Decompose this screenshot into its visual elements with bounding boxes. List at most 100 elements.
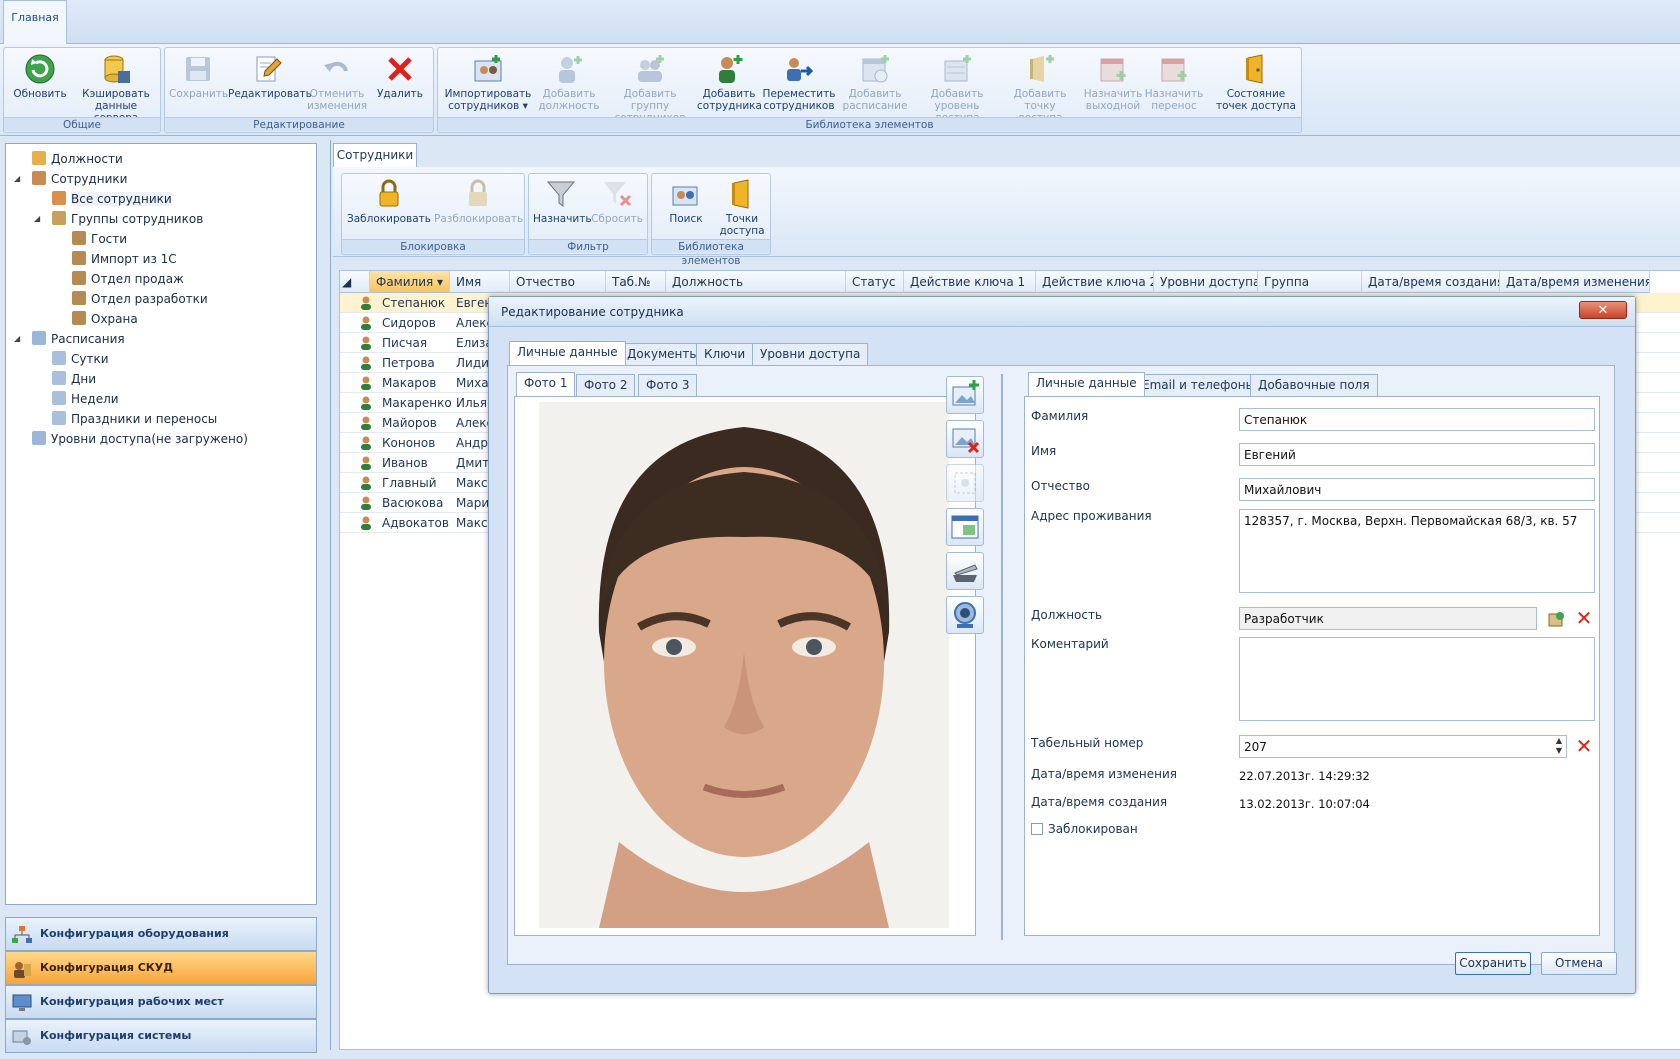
tree-item-all-employees[interactable]: Все сотрудники: [52, 190, 172, 209]
address-field[interactable]: 128357, г. Москва, Верхн. Первомайская 6…: [1239, 509, 1595, 593]
scan-photo-button[interactable]: [946, 552, 984, 590]
tree-item-schedule[interactable]: Дни: [52, 370, 96, 389]
search-button[interactable]: Поиск: [656, 176, 716, 242]
position-field[interactable]: Разработчик: [1239, 607, 1537, 630]
tree-item-group[interactable]: Гости: [72, 230, 127, 249]
column-header[interactable]: Уровни доступа: [1154, 271, 1258, 293]
import-employees-button[interactable]: Импортировать сотрудников ▾: [442, 51, 534, 117]
tree-item-group[interactable]: Охрана: [72, 310, 138, 329]
undo-changes-button[interactable]: Отменить изменения: [307, 51, 367, 117]
tree-item-schedule[interactable]: Сутки: [52, 350, 109, 369]
nav-hardware-config[interactable]: Конфигурация оборудования: [5, 917, 317, 951]
access-points-state-button[interactable]: Состояние точек доступа: [1214, 51, 1298, 117]
last-name-field[interactable]: Степанюк: [1239, 408, 1595, 431]
column-header[interactable]: Дата/время создания: [1362, 271, 1500, 293]
blocked-checkbox[interactable]: Заблокирован: [1031, 822, 1138, 840]
save-button[interactable]: Сохранить: [169, 51, 228, 117]
lock-button[interactable]: Заблокировать: [346, 176, 432, 242]
recognize-photo-button[interactable]: [946, 596, 984, 634]
tab-personal-data[interactable]: Личные данные: [509, 341, 626, 365]
tab-photo-1[interactable]: Фото 1: [516, 372, 576, 396]
column-header[interactable]: Статус: [846, 271, 904, 293]
refresh-button[interactable]: Обновить: [8, 51, 72, 117]
edit-button[interactable]: Редактировать: [228, 51, 312, 117]
add-access-level-button[interactable]: Добавить уровень доступа: [914, 51, 1000, 124]
tab-employees[interactable]: Сотрудники: [333, 143, 417, 167]
assign-transfer-button[interactable]: Назначить перенос: [1144, 51, 1204, 117]
unlock-button[interactable]: Разблокировать: [434, 176, 523, 242]
spin-arrows-icon[interactable]: ▲ ▼: [1556, 736, 1562, 756]
close-button[interactable]: ✕: [1579, 301, 1627, 319]
access-points-button[interactable]: Точки доступа: [714, 176, 770, 242]
employees-icon: [32, 171, 46, 185]
assign-filter-button[interactable]: Назначить: [533, 176, 592, 242]
add-access-point-button[interactable]: Добавить точку доступа: [1002, 51, 1078, 124]
door-state-icon: [1240, 53, 1272, 85]
column-header[interactable]: Дата/время изменения: [1500, 271, 1650, 293]
tab-photo-3[interactable]: Фото 3: [638, 374, 698, 396]
tree-item-schedule[interactable]: Праздники и переносы: [52, 410, 217, 429]
nav-workplaces-config[interactable]: Конфигурация рабочих мест: [5, 985, 317, 1019]
import-label-1: Импортировать: [444, 88, 532, 100]
column-header[interactable]: Имя: [450, 271, 510, 293]
column-header[interactable]: Действие ключа 1: [904, 271, 1036, 293]
splitter[interactable]: [1001, 374, 1003, 940]
nav-system-config[interactable]: Конфигурация системы: [5, 1019, 317, 1053]
ribbon-group-label: Редактирование: [165, 117, 433, 131]
clear-tab-number-icon[interactable]: ✕: [1575, 736, 1593, 756]
collapse-icon[interactable]: ◢: [34, 214, 40, 223]
cell-last-name: Адвокатов: [382, 516, 449, 530]
move-employees-button[interactable]: Переместить сотрудников: [762, 51, 836, 117]
tab-documents[interactable]: Документы: [619, 343, 707, 365]
tab-email-phones[interactable]: Email и телефоны: [1134, 374, 1264, 396]
tab-photo-2[interactable]: Фото 2: [576, 374, 636, 396]
ribbon-tab-main[interactable]: Главная: [3, 0, 67, 44]
tree-item-schedules[interactable]: Расписания: [32, 330, 125, 349]
middle-name-field[interactable]: Михайлович: [1239, 478, 1595, 501]
remove-photo-button[interactable]: [946, 420, 984, 458]
tree-item-positions[interactable]: Должности: [32, 150, 123, 169]
webcam-capture-button[interactable]: [946, 508, 984, 546]
crop-photo-button[interactable]: [946, 464, 984, 502]
select-position-button[interactable]: [1547, 609, 1567, 629]
grid-corner[interactable]: ◢: [340, 271, 370, 293]
tree-item-group[interactable]: Отдел разработки: [72, 290, 208, 309]
save-dialog-button[interactable]: Сохранить: [1455, 952, 1531, 975]
assign-day-off-button[interactable]: Назначить выходной: [1083, 51, 1143, 117]
cancel-button[interactable]: Отмена: [1541, 952, 1617, 975]
delete-button[interactable]: Удалить: [370, 51, 430, 117]
column-header[interactable]: Фамилия ▾: [370, 271, 450, 293]
tree-item-employees[interactable]: Сотрудники: [32, 170, 127, 189]
comment-field[interactable]: [1239, 637, 1595, 721]
column-header[interactable]: Группа: [1258, 271, 1362, 293]
tab-extra-fields[interactable]: Добавочные поля: [1250, 374, 1378, 396]
cache-server-data-button[interactable]: Кэшировать данные сервера: [74, 51, 158, 124]
delete-icon: [384, 53, 416, 85]
tree-item-employee-groups[interactable]: Группы сотрудников: [52, 210, 203, 229]
tree-item-group[interactable]: Импорт из 1С: [72, 250, 177, 269]
column-header[interactable]: Должность: [666, 271, 846, 293]
tab-keys[interactable]: Ключи: [696, 343, 754, 365]
tab-details-personal[interactable]: Личные данные: [1028, 372, 1145, 396]
column-header[interactable]: Отчество: [510, 271, 606, 293]
column-header[interactable]: Действие ключа 2: [1036, 271, 1154, 293]
tree-item-access-levels[interactable]: Уровни доступа(не загружено): [32, 430, 248, 449]
first-name-field[interactable]: Евгений: [1239, 443, 1595, 466]
tree-item-group[interactable]: Отдел продаж: [72, 270, 184, 289]
calendar-icon: [52, 391, 66, 405]
add-employee-group-button[interactable]: Добавить группу сотрудников: [604, 51, 696, 124]
collapse-icon[interactable]: ◢: [14, 334, 20, 343]
add-photo-button[interactable]: [946, 376, 984, 414]
nav-skud-config[interactable]: Конфигурация СКУД: [5, 951, 317, 985]
column-header[interactable]: Таб.№: [606, 271, 666, 293]
add-position-button[interactable]: Добавить должность: [535, 51, 603, 117]
tree-item-schedule[interactable]: Недели: [52, 390, 119, 409]
tab-number-stepper[interactable]: 207 ▲ ▼: [1239, 735, 1567, 758]
clear-position-icon[interactable]: ✕: [1575, 608, 1593, 628]
add-schedule-button[interactable]: Добавить расписание: [838, 51, 912, 117]
reset-filter-button[interactable]: Сбросить: [589, 176, 645, 242]
collapse-icon[interactable]: ◢: [14, 174, 20, 183]
tab-access-levels[interactable]: Уровни доступа: [752, 343, 869, 365]
checkbox-box[interactable]: [1031, 823, 1043, 835]
add-employee-button[interactable]: Добавить сотрудника: [697, 51, 762, 117]
